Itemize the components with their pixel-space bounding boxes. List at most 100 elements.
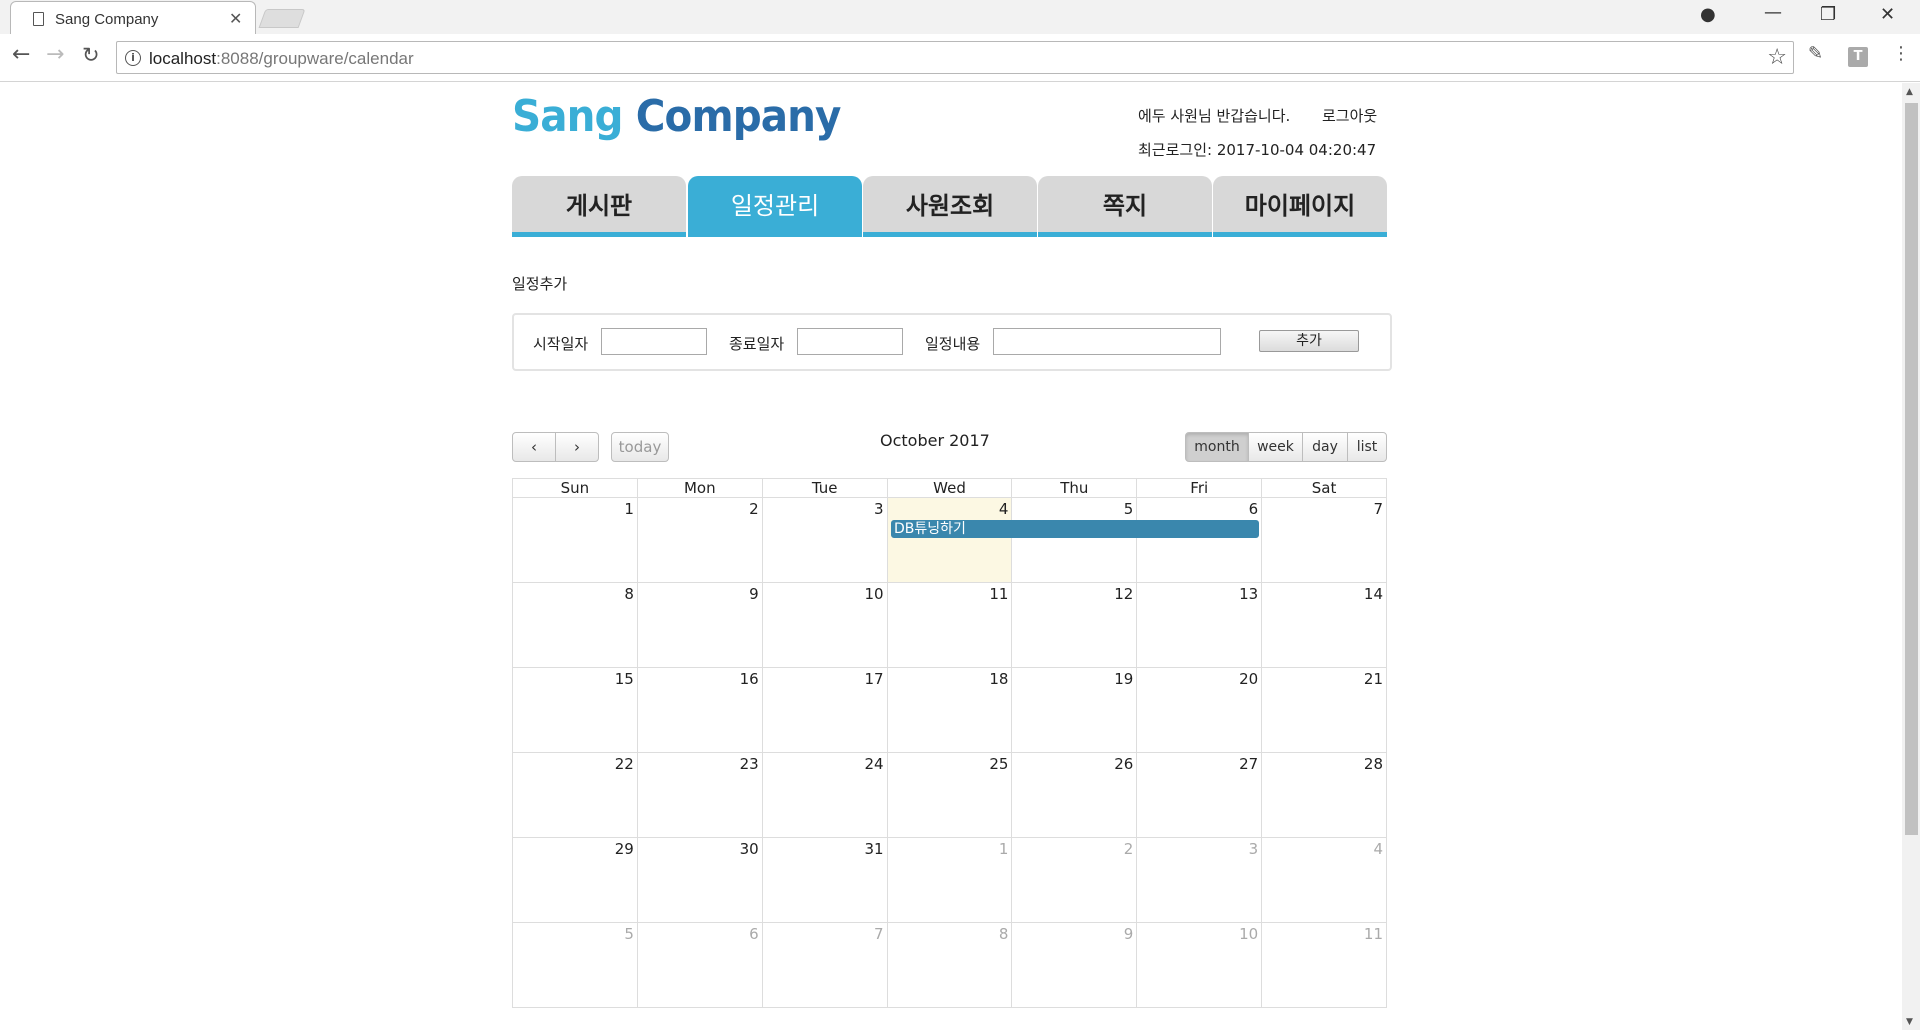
reload-icon[interactable]: ↻	[82, 44, 100, 66]
calendar-day[interactable]: 22	[513, 753, 638, 837]
day-number[interactable]: 11	[1364, 925, 1383, 943]
day-number[interactable]: 7	[1373, 500, 1383, 518]
day-number[interactable]: 20	[1239, 670, 1258, 688]
day-number[interactable]: 30	[740, 840, 759, 858]
calendar-day[interactable]: 31	[763, 838, 888, 922]
day-number[interactable]: 31	[864, 840, 883, 858]
calendar-day[interactable]: 21	[1262, 668, 1388, 752]
day-number[interactable]: 10	[1239, 925, 1258, 943]
eyedropper-icon[interactable]: ✎	[1808, 43, 1823, 64]
menu-employee[interactable]: 사원조회	[863, 176, 1037, 237]
calendar-day[interactable]: 7	[1262, 498, 1388, 582]
calendar-day[interactable]: 9	[1012, 923, 1138, 1007]
calendar-day[interactable]: 20	[1137, 668, 1263, 752]
day-number[interactable]: 6	[749, 925, 759, 943]
day-number[interactable]: 26	[1114, 755, 1133, 773]
day-number[interactable]: 23	[740, 755, 759, 773]
calendar-day[interactable]: 8	[513, 583, 638, 667]
calendar-day[interactable]: 5	[1012, 498, 1138, 582]
calendar-day[interactable]: 27	[1137, 753, 1263, 837]
day-number[interactable]: 15	[615, 670, 634, 688]
day-number[interactable]: 28	[1364, 755, 1383, 773]
view-week-button[interactable]: week	[1248, 432, 1303, 462]
day-number[interactable]: 27	[1239, 755, 1258, 773]
day-number[interactable]: 21	[1364, 670, 1383, 688]
restore-icon[interactable]: ❐	[1820, 4, 1836, 25]
calendar-day[interactable]: 28	[1262, 753, 1388, 837]
scroll-thumb[interactable]	[1905, 103, 1918, 835]
next-month-button[interactable]: ›	[555, 432, 599, 462]
calendar-day[interactable]: 16	[638, 668, 763, 752]
calendar-day[interactable]: 17	[763, 668, 888, 752]
calendar-day[interactable]: 4	[887, 498, 1013, 582]
day-number[interactable]: 18	[989, 670, 1008, 688]
day-number[interactable]: 1	[624, 500, 634, 518]
add-schedule-button[interactable]: 추가	[1259, 330, 1359, 352]
calendar-day[interactable]: 18	[888, 668, 1013, 752]
close-tab-icon[interactable]: ✕	[229, 9, 242, 28]
end-date-input[interactable]	[797, 328, 903, 355]
day-number[interactable]: 1	[999, 840, 1009, 858]
calendar-day[interactable]: 24	[763, 753, 888, 837]
calendar-day[interactable]: 8	[888, 923, 1013, 1007]
today-button[interactable]: today	[611, 432, 669, 462]
day-number[interactable]: 8	[999, 925, 1009, 943]
calendar-event[interactable]: DB튜닝하기	[891, 520, 1259, 538]
day-number[interactable]: 17	[864, 670, 883, 688]
menu-board[interactable]: 게시판	[512, 176, 686, 237]
minimize-icon[interactable]: —	[1764, 2, 1782, 23]
day-number[interactable]: 25	[989, 755, 1008, 773]
day-number[interactable]: 10	[864, 585, 883, 603]
day-number[interactable]: 5	[1124, 500, 1134, 518]
day-number[interactable]: 7	[874, 925, 884, 943]
day-number[interactable]: 3	[1249, 840, 1259, 858]
calendar-day[interactable]: 9	[638, 583, 763, 667]
day-number[interactable]: 6	[1249, 500, 1259, 518]
calendar-day[interactable]: 11	[1262, 923, 1388, 1007]
vertical-scrollbar[interactable]: ▲ ▼	[1902, 83, 1920, 1030]
calendar-day[interactable]: 7	[763, 923, 888, 1007]
calendar-day[interactable]: 6	[1137, 498, 1263, 582]
calendar-day[interactable]: 1	[888, 838, 1013, 922]
calendar-day[interactable]: 10	[763, 583, 888, 667]
day-number[interactable]: 8	[624, 585, 634, 603]
calendar-day[interactable]: 3	[1137, 838, 1263, 922]
company-logo[interactable]: Sang Company	[512, 91, 841, 142]
menu-mypage[interactable]: 마이페이지	[1213, 176, 1387, 237]
address-bar[interactable]: i localhost:8088/groupware/calendar ☆	[116, 41, 1794, 74]
calendar-day[interactable]: 19	[1012, 668, 1138, 752]
day-number[interactable]: 9	[749, 585, 759, 603]
new-tab-button[interactable]	[258, 9, 306, 28]
calendar-day[interactable]: 10	[1137, 923, 1263, 1007]
menu-schedule[interactable]: 일정관리	[688, 176, 862, 237]
view-day-button[interactable]: day	[1302, 432, 1348, 462]
logout-link[interactable]: 로그아웃	[1322, 105, 1377, 126]
scroll-up-icon[interactable]: ▲	[1906, 87, 1913, 97]
calendar-day[interactable]: 11	[888, 583, 1013, 667]
day-number[interactable]: 2	[749, 500, 759, 518]
calendar-day[interactable]: 14	[1262, 583, 1388, 667]
calendar-day[interactable]: 26	[1012, 753, 1138, 837]
view-list-button[interactable]: list	[1347, 432, 1387, 462]
day-number[interactable]: 3	[874, 500, 884, 518]
extension-icon[interactable]: T	[1848, 47, 1868, 67]
forward-icon[interactable]: →	[46, 44, 64, 66]
calendar-day[interactable]: 3	[763, 498, 888, 582]
calendar-day[interactable]: 23	[638, 753, 763, 837]
day-number[interactable]: 24	[864, 755, 883, 773]
calendar-day[interactable]: 5	[513, 923, 638, 1007]
view-month-button[interactable]: month	[1185, 432, 1249, 462]
day-number[interactable]: 4	[1373, 840, 1383, 858]
bookmark-star-icon[interactable]: ☆	[1767, 45, 1787, 70]
calendar-day[interactable]: 4	[1262, 838, 1388, 922]
menu-icon[interactable]: ⋮	[1892, 43, 1910, 64]
day-number[interactable]: 11	[989, 585, 1008, 603]
content-input[interactable]	[993, 328, 1221, 355]
profile-icon[interactable]: ●	[1700, 4, 1716, 25]
menu-message[interactable]: 쪽지	[1038, 176, 1212, 237]
day-number[interactable]: 14	[1364, 585, 1383, 603]
calendar-day[interactable]: 25	[888, 753, 1013, 837]
calendar-day[interactable]: 2	[638, 498, 763, 582]
info-icon[interactable]: i	[125, 50, 141, 66]
start-date-input[interactable]	[601, 328, 707, 355]
